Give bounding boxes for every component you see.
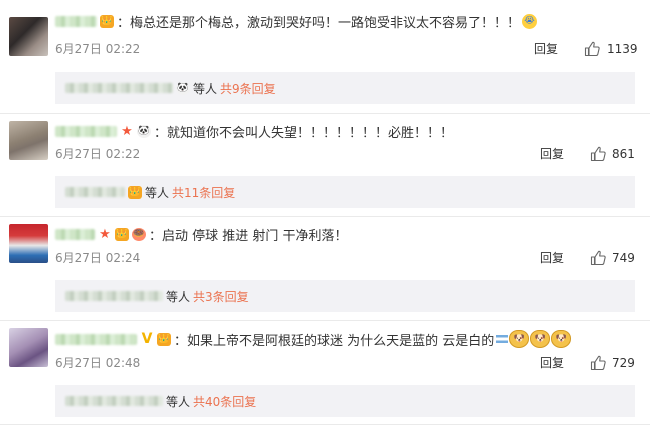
more-replies-link[interactable]: 共3条回复: [193, 288, 249, 305]
comment-time: 02:24: [105, 251, 141, 265]
sub-reply-who: 等人: [145, 185, 170, 200]
star-badge-icon: ★: [99, 226, 111, 242]
avatar[interactable]: [9, 17, 48, 56]
avatar[interactable]: [9, 224, 48, 263]
like-count: 1139: [607, 42, 638, 56]
username-blurred[interactable]: [55, 125, 117, 137]
vip-crown-icon: 👑: [100, 14, 114, 28]
sub-reply-who: 等人: [166, 394, 191, 409]
comment-text: ：就知道你不会叫人失望！！！！！！！必胜！！！: [154, 125, 454, 141]
doge-emoji: 🐶: [530, 330, 551, 348]
divider: [0, 113, 650, 114]
comment-text: ：启动 停球 推进 射门 干净利落！: [149, 228, 348, 244]
more-replies-link[interactable]: 共9条回复: [220, 80, 276, 97]
comment-text: ：梅总还是那个梅总，激动到哭好吗！一路饱受非议太不容易了！！！: [117, 15, 521, 31]
thumbs-up-icon[interactable]: [590, 355, 606, 371]
thumbs-up-icon[interactable]: [590, 250, 606, 266]
username-blurred[interactable]: [55, 228, 95, 240]
like-count: 729: [612, 356, 635, 370]
comment-time: 02:48: [105, 356, 141, 370]
sub-reply-users-blurred: [65, 83, 173, 93]
more-replies-link[interactable]: 共11条回复: [172, 184, 235, 201]
crying-face-emoji: 😭: [522, 13, 538, 29]
star-badge-icon: ★: [121, 123, 133, 139]
donut-emoji: 🍩: [132, 227, 146, 241]
divider: [0, 216, 650, 217]
thumbs-up-icon[interactable]: [584, 41, 600, 57]
more-replies-link[interactable]: 共40条回复: [193, 393, 256, 410]
sub-reply-users-blurred: [65, 291, 163, 301]
comment-timestamp: 6月27日 02:22: [55, 146, 140, 162]
sub-reply-who: 等人: [166, 289, 191, 304]
reply-button[interactable]: 回复: [534, 41, 558, 57]
panda-emoji: 🐼: [137, 124, 151, 138]
reply-button[interactable]: 回复: [540, 250, 564, 266]
comment-text: ：如果上帝不是阿根廷的球迷 为什么天是蓝的 云是白的: [174, 333, 495, 349]
like-count: 861: [612, 147, 635, 161]
sub-replies-box[interactable]: 等人 共3条回复: [55, 280, 635, 312]
like-count: 749: [612, 251, 635, 265]
sub-reply-who: 等人: [193, 81, 218, 96]
reply-button[interactable]: 回复: [540, 355, 564, 371]
panda-emoji: 🐼: [176, 81, 190, 95]
comment-date: 6月27日: [55, 251, 102, 265]
sub-reply-users-blurred: [65, 187, 125, 197]
vip-crown-icon: 👑: [157, 332, 171, 346]
divider: [0, 424, 650, 425]
thumbs-up-icon[interactable]: [590, 146, 606, 162]
reply-button[interactable]: 回复: [540, 146, 564, 162]
username-blurred[interactable]: [55, 333, 137, 345]
vip-crown-icon: 👑: [128, 185, 142, 199]
sub-replies-box[interactable]: 等人 共40条回复: [55, 385, 635, 417]
comment-date: 6月27日: [55, 147, 102, 161]
vip-crown-icon: 👑: [115, 227, 129, 241]
doge-emoji: 🐶: [551, 330, 572, 348]
doge-emoji: 🐶: [509, 330, 530, 348]
argentina-flag-emoji: [496, 335, 509, 343]
comment-time: 02:22: [105, 147, 141, 161]
sub-replies-box[interactable]: 🐼 等人 共9条回复: [55, 72, 635, 104]
comment-timestamp: 6月27日 02:22: [55, 41, 140, 57]
comment-timestamp: 6月27日 02:24: [55, 250, 140, 266]
avatar[interactable]: [9, 121, 48, 160]
comment-date: 6月27日: [55, 42, 102, 56]
comment-date: 6月27日: [55, 356, 102, 370]
comment-time: 02:22: [105, 42, 141, 56]
username-blurred[interactable]: [55, 15, 97, 27]
divider: [0, 320, 650, 321]
comment-timestamp: 6月27日 02:48: [55, 355, 140, 371]
sub-replies-box[interactable]: 👑 等人 共11条回复: [55, 176, 635, 208]
avatar[interactable]: [9, 328, 48, 367]
verified-v-icon: V: [141, 330, 153, 347]
sub-reply-users-blurred: [65, 396, 163, 406]
